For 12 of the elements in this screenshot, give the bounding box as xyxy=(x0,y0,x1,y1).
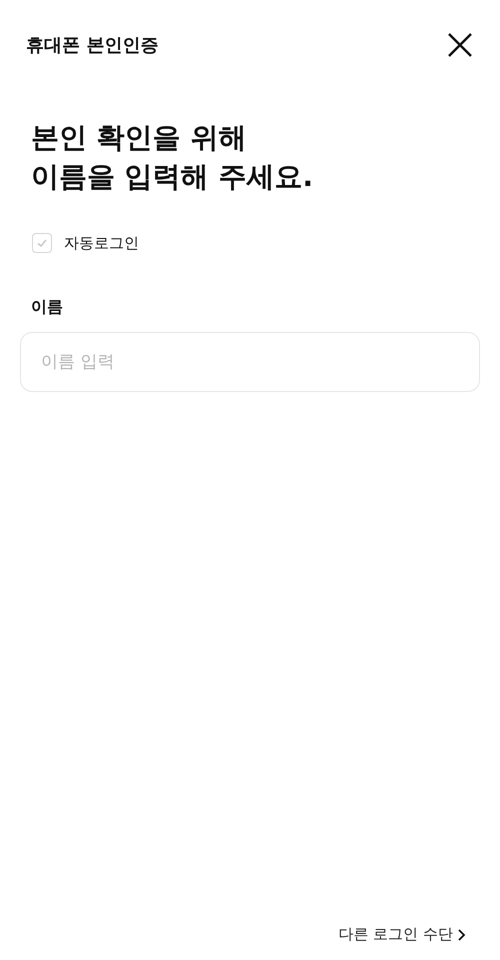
name-input-field[interactable]: 이름 입력 xyxy=(20,332,480,392)
close-icon xyxy=(446,31,474,59)
chevron-right-icon xyxy=(457,928,466,942)
page-title: 휴대폰 본인인증 xyxy=(26,34,158,57)
checkbox[interactable] xyxy=(32,233,52,253)
other-login-link[interactable]: 다른 로그인 수단 xyxy=(338,925,466,944)
checkbox-label: 자동로그인 xyxy=(64,234,139,252)
check-icon xyxy=(36,237,48,249)
field-label: 이름 xyxy=(31,297,64,318)
heading-line: 본인 확인을 위해 xyxy=(31,120,248,156)
heading-line: 이름을 입력해 주세요. xyxy=(31,159,314,195)
close-button[interactable] xyxy=(446,31,474,59)
